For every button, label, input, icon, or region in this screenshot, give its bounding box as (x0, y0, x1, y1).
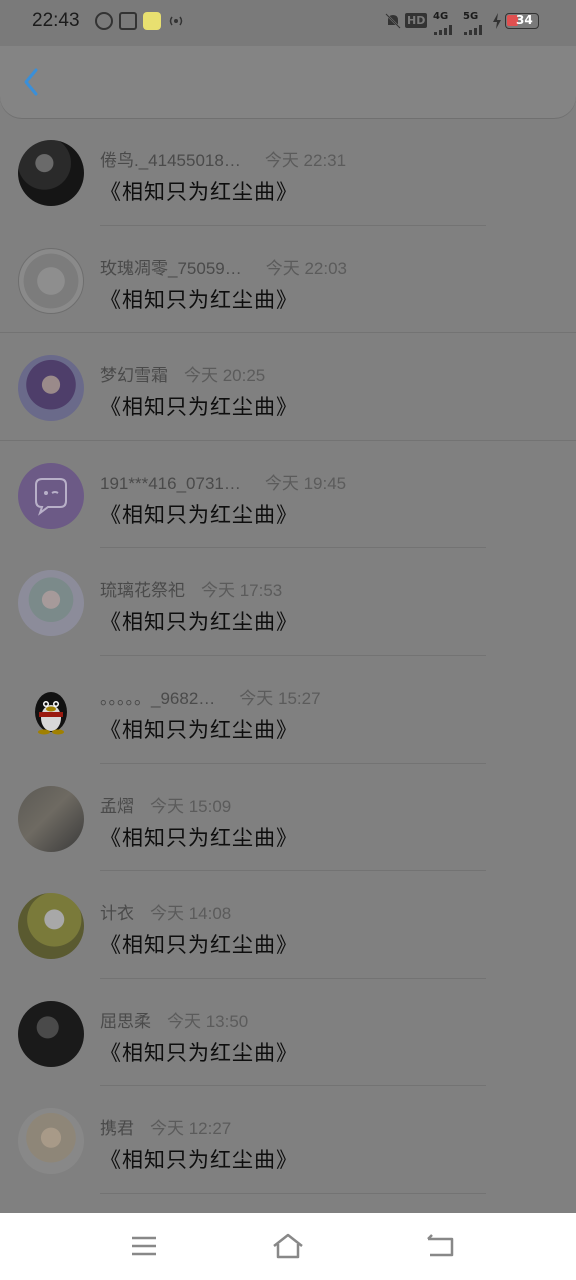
message-time: 今天 17:53 (201, 581, 283, 601)
gallery-app-icon (119, 12, 137, 30)
message-text: 《相知只为红尘曲》 (100, 717, 298, 742)
list-item[interactable]: 倦鸟._41455018… 今天 22:31 《相知只为红尘曲》 (0, 118, 576, 226)
status-bar: 22:43 HD 4G 5G 34 (0, 0, 576, 46)
back-arrow-icon (24, 68, 38, 96)
k-app-icon (95, 12, 113, 30)
home-icon (273, 1233, 303, 1259)
chat-bubble-icon (35, 477, 67, 516)
message-list: 倦鸟._41455018… 今天 22:31 《相知只为红尘曲》 玫瑰凋零_750… (0, 118, 576, 1194)
divider (100, 1192, 486, 1194)
list-item[interactable]: 梦幻雪霜 今天 20:25 《相知只为红尘曲》 (0, 333, 576, 441)
sender-name: 。。。。。_9682… (100, 688, 216, 708)
message-time: 今天 22:03 (265, 258, 347, 278)
message-time: 今天 22:31 (264, 151, 347, 170)
sender-name: 倦鸟._41455018… (100, 151, 241, 170)
anime-blonde-avatar (18, 1108, 84, 1175)
app-bar (0, 46, 576, 118)
status-time: 22:43 (32, 10, 80, 31)
anime-character-avatar (18, 570, 84, 637)
back-nav-button[interactable] (422, 1231, 458, 1261)
cat-photo-avatar (18, 785, 84, 852)
list-item[interactable]: 孟熠 今天 15:09 《相知只为红尘曲》 (0, 764, 576, 872)
message-time: 今天 15:27 (239, 688, 321, 708)
hd-badge: HD (405, 13, 428, 28)
message-text: 《相知只为红尘曲》 (100, 287, 298, 312)
dark-user-avatar (18, 140, 84, 206)
battery-icon: 34 (505, 13, 539, 29)
message-text: 《相知只为红尘曲》 (100, 825, 298, 850)
sender-name: 屈思柔 (100, 1011, 151, 1031)
recent-apps-button[interactable] (126, 1231, 162, 1261)
list-item[interactable]: 屈思柔 今天 13:50 《相知只为红尘曲》 (0, 979, 576, 1087)
message-text: 《相知只为红尘曲》 (100, 610, 298, 635)
message-time: 今天 20:25 (184, 366, 266, 386)
sticker-app-icon (143, 12, 161, 30)
message-text: 《相知只为红尘曲》 (100, 933, 298, 958)
chat-bubble-avatar (18, 462, 84, 529)
sender-name: 孟熠 (100, 796, 134, 816)
list-item[interactable]: 琉璃花祭祀 今天 17:53 《相知只为红尘曲》 (0, 548, 576, 656)
message-text: 《相知只为红尘曲》 (100, 180, 298, 204)
sender-name: 携君 (100, 1119, 134, 1139)
system-nav-bar (0, 1213, 576, 1280)
menu-icon (132, 1236, 156, 1256)
message-text: 《相知只为红尘曲》 (100, 1148, 298, 1173)
message-time: 今天 12:27 (150, 1119, 232, 1139)
penguin-icon (35, 691, 67, 735)
list-item[interactable]: 。。。。。_9682… 今天 15:27 《相知只为红尘曲》 (0, 656, 576, 764)
list-item[interactable]: 191***416_0731… 今天 19:45 《相知只为红尘曲》 (0, 441, 576, 549)
sender-name: 计衣 (100, 904, 134, 924)
message-time: 今天 19:45 (264, 473, 347, 493)
return-icon (427, 1234, 454, 1257)
message-text: 《相知只为红尘曲》 (100, 502, 298, 527)
battery-level: 34 (516, 13, 533, 27)
charging-bolt-icon (492, 12, 502, 30)
message-text: 《相知只为红尘曲》 (100, 1040, 298, 1065)
message-time: 今天 15:09 (150, 796, 232, 816)
anime-girl-avatar (18, 355, 84, 422)
message-time: 今天 13:50 (167, 1011, 249, 1031)
list-item[interactable]: 玫瑰凋零_75059… 今天 22:03 《相知只为红尘曲》 (0, 226, 576, 334)
dark-portrait-avatar (18, 1000, 84, 1067)
sketch-anime-avatar (18, 247, 84, 314)
sender-name: 琉璃花祭祀 (100, 581, 185, 601)
home-button[interactable] (270, 1231, 306, 1261)
sender-name: 梦幻雪霜 (100, 366, 168, 386)
bunny-avatar (18, 893, 84, 960)
qq-penguin-avatar (18, 677, 84, 744)
wireless-signal-icon (167, 12, 185, 30)
signal-bars-icon-1 (434, 20, 452, 35)
signal-bars-icon-2 (464, 20, 482, 35)
list-item[interactable]: 计衣 今天 14:08 《相知只为红尘曲》 (0, 871, 576, 979)
mute-bell-icon (384, 12, 402, 30)
sender-name: 玫瑰凋零_75059… (100, 258, 242, 278)
message-text: 《相知只为红尘曲》 (100, 395, 298, 420)
sender-name: 191***416_0731… (100, 473, 241, 493)
back-button[interactable] (16, 64, 48, 100)
list-item[interactable]: 携君 今天 12:27 《相知只为红尘曲》 (0, 1086, 576, 1194)
message-time: 今天 14:08 (150, 904, 232, 924)
